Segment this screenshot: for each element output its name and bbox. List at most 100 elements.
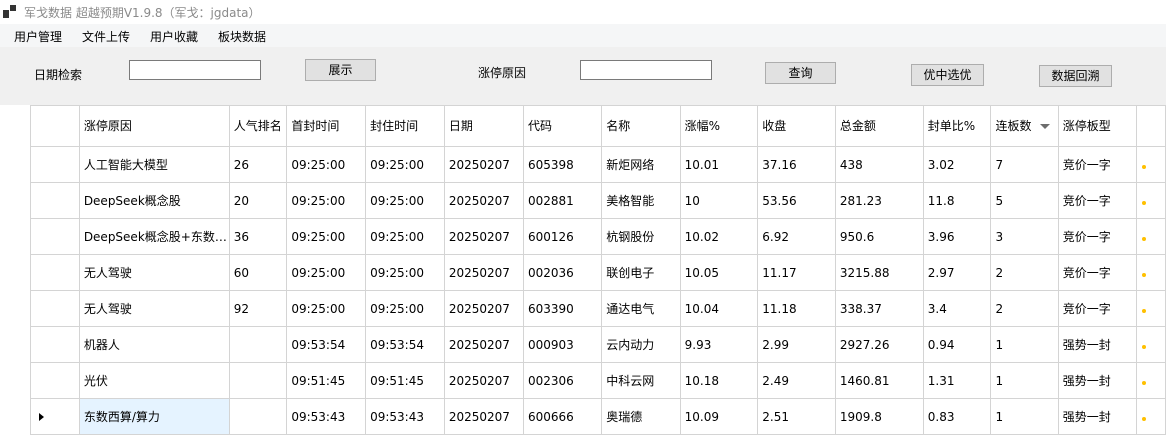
cell-close[interactable]: 37.16 xyxy=(757,146,836,183)
cell-board-count[interactable]: 1 xyxy=(990,326,1059,363)
row-header[interactable] xyxy=(30,290,80,327)
menu-user-management[interactable]: 用户管理 xyxy=(14,28,62,45)
results-grid[interactable]: 涨停原因 人气排名 首封时间 封住时间 日期 代码 名称 涨幅% 收盘 总金额 … xyxy=(30,105,1166,435)
cell-close[interactable]: 2.49 xyxy=(757,362,836,399)
cell-amount[interactable]: 2927.26 xyxy=(834,326,924,363)
cell-popularity[interactable]: 26 xyxy=(228,146,288,183)
cell-date[interactable]: 20250207 xyxy=(443,146,525,183)
cell-change[interactable]: 10.04 xyxy=(679,290,759,327)
cell-seal-time[interactable]: 09:51:45 xyxy=(365,362,445,399)
cell-name[interactable]: 新炬网络 xyxy=(601,146,681,183)
data-backtest-button[interactable]: 数据回溯 xyxy=(1039,65,1112,87)
cell-seal-time[interactable]: 09:25:00 xyxy=(365,146,445,183)
cell-amount[interactable]: 338.37 xyxy=(834,290,924,327)
cell-board-type[interactable]: 竞价一字 xyxy=(1057,146,1138,183)
cell-popularity[interactable]: 36 xyxy=(228,218,288,255)
cell-first-seal-time[interactable]: 09:25:00 xyxy=(286,290,367,327)
cell-board-type[interactable]: 竞价一字 xyxy=(1057,182,1138,219)
menu-user-favorites[interactable]: 用户收藏 xyxy=(150,28,198,45)
cell-date[interactable]: 20250207 xyxy=(443,254,525,291)
cell-name[interactable]: 中科云网 xyxy=(601,362,681,399)
row-header[interactable] xyxy=(30,398,80,435)
menu-file-upload[interactable]: 文件上传 xyxy=(82,28,130,45)
table-row[interactable]: 机器人 09:53:54 09:53:54 20250207 000903 云内动力 9.9… xyxy=(30,326,1166,363)
reason-input[interactable] xyxy=(580,60,712,80)
col-header-name[interactable]: 名称 xyxy=(601,105,681,147)
col-header-code[interactable]: 代码 xyxy=(522,105,603,147)
cell-board-count[interactable]: 1 xyxy=(990,398,1059,435)
cell-board-type[interactable]: 竞价一字 xyxy=(1057,254,1138,291)
cell-name[interactable]: 奥瑞德 xyxy=(601,398,681,435)
cell-board-count[interactable]: 3 xyxy=(990,218,1059,255)
cell-seal-time[interactable]: 09:53:43 xyxy=(365,398,445,435)
cell-first-seal-time[interactable]: 09:25:00 xyxy=(286,146,367,183)
cell-change[interactable]: 10.02 xyxy=(679,218,759,255)
cell-board-count[interactable]: 2 xyxy=(990,290,1059,327)
cell-amount[interactable]: 1460.81 xyxy=(834,362,924,399)
cell-name[interactable]: 联创电子 xyxy=(601,254,681,291)
col-header-close[interactable]: 收盘 xyxy=(757,105,836,147)
cell-first-seal-time[interactable]: 09:25:00 xyxy=(286,254,367,291)
col-header-change[interactable]: 涨幅% xyxy=(679,105,759,147)
date-input[interactable] xyxy=(129,60,261,80)
row-header[interactable] xyxy=(30,254,80,291)
cell-seal-ratio[interactable]: 0.83 xyxy=(922,398,992,435)
select-best-button[interactable]: 优中选优 xyxy=(911,64,984,86)
cell-amount[interactable]: 438 xyxy=(834,146,924,183)
cell-reason[interactable]: 无人驾驶 xyxy=(78,254,230,291)
cell-code[interactable]: 000903 xyxy=(522,326,603,363)
cell-code[interactable]: 002881 xyxy=(522,182,603,219)
cell-name[interactable]: 通达电气 xyxy=(601,290,681,327)
cell-close[interactable]: 11.18 xyxy=(757,290,836,327)
cell-seal-time[interactable]: 09:25:00 xyxy=(365,218,445,255)
cell-date[interactable]: 20250207 xyxy=(443,290,525,327)
col-header-seal-time[interactable]: 封住时间 xyxy=(365,105,445,147)
show-button[interactable]: 展示 xyxy=(305,59,376,81)
cell-reason[interactable]: 光伏 xyxy=(78,362,230,399)
cell-code[interactable]: 600666 xyxy=(522,398,603,435)
cell-date[interactable]: 20250207 xyxy=(443,218,525,255)
cell-change[interactable]: 10 xyxy=(679,182,759,219)
cell-seal-ratio[interactable]: 0.94 xyxy=(922,326,992,363)
cell-change[interactable]: 10.09 xyxy=(679,398,759,435)
cell-seal-ratio[interactable]: 2.97 xyxy=(922,254,992,291)
query-button[interactable]: 查询 xyxy=(765,62,836,84)
cell-code[interactable]: 002036 xyxy=(522,254,603,291)
menu-sector-data[interactable]: 板块数据 xyxy=(218,28,266,45)
cell-board-type[interactable]: 竞价一字 xyxy=(1057,290,1138,327)
cell-change[interactable]: 10.01 xyxy=(679,146,759,183)
cell-popularity[interactable]: 20 xyxy=(228,182,288,219)
cell-board-count[interactable]: 5 xyxy=(990,182,1059,219)
cell-date[interactable]: 20250207 xyxy=(443,398,525,435)
cell-board-type[interactable]: 强势一封 xyxy=(1057,326,1138,363)
cell-first-seal-time[interactable]: 09:53:54 xyxy=(286,326,367,363)
row-header[interactable] xyxy=(30,146,80,183)
cell-seal-ratio[interactable]: 11.8 xyxy=(922,182,992,219)
cell-seal-time[interactable]: 09:53:54 xyxy=(365,326,445,363)
cell-code[interactable]: 600126 xyxy=(522,218,603,255)
row-header[interactable] xyxy=(30,362,80,399)
cell-close[interactable]: 2.51 xyxy=(757,398,836,435)
cell-name[interactable]: 云内动力 xyxy=(601,326,681,363)
cell-amount[interactable]: 3215.88 xyxy=(834,254,924,291)
cell-first-seal-time[interactable]: 09:53:43 xyxy=(286,398,367,435)
cell-amount[interactable]: 950.6 xyxy=(834,218,924,255)
cell-reason[interactable]: 人工智能大模型 xyxy=(78,146,230,183)
col-header-amount[interactable]: 总金额 xyxy=(834,105,924,147)
cell-board-count[interactable]: 7 xyxy=(990,146,1059,183)
table-row[interactable]: DeepSeek概念股 20 09:25:00 09:25:00 20250207 002… xyxy=(30,182,1166,219)
cell-popularity[interactable] xyxy=(228,362,288,399)
col-header-date[interactable]: 日期 xyxy=(443,105,525,147)
cell-board-count[interactable]: 2 xyxy=(990,254,1059,291)
table-row[interactable]: DeepSeek概念股+东数… 36 09:25:00 09:25:00 2025020… xyxy=(30,218,1166,255)
cell-reason[interactable]: 无人驾驶 xyxy=(78,290,230,327)
cell-popularity[interactable]: 60 xyxy=(228,254,288,291)
cell-seal-ratio[interactable]: 3.4 xyxy=(922,290,992,327)
cell-board-type[interactable]: 强势一封 xyxy=(1057,362,1138,399)
col-header-board-count[interactable]: 连板数 xyxy=(990,105,1059,147)
cell-amount[interactable]: 281.23 xyxy=(834,182,924,219)
cell-seal-time[interactable]: 09:25:00 xyxy=(365,182,445,219)
cell-name[interactable]: 杭钢股份 xyxy=(601,218,681,255)
col-header-first-seal-time[interactable]: 首封时间 xyxy=(286,105,367,147)
col-header-seal-ratio[interactable]: 封单比% xyxy=(922,105,992,147)
